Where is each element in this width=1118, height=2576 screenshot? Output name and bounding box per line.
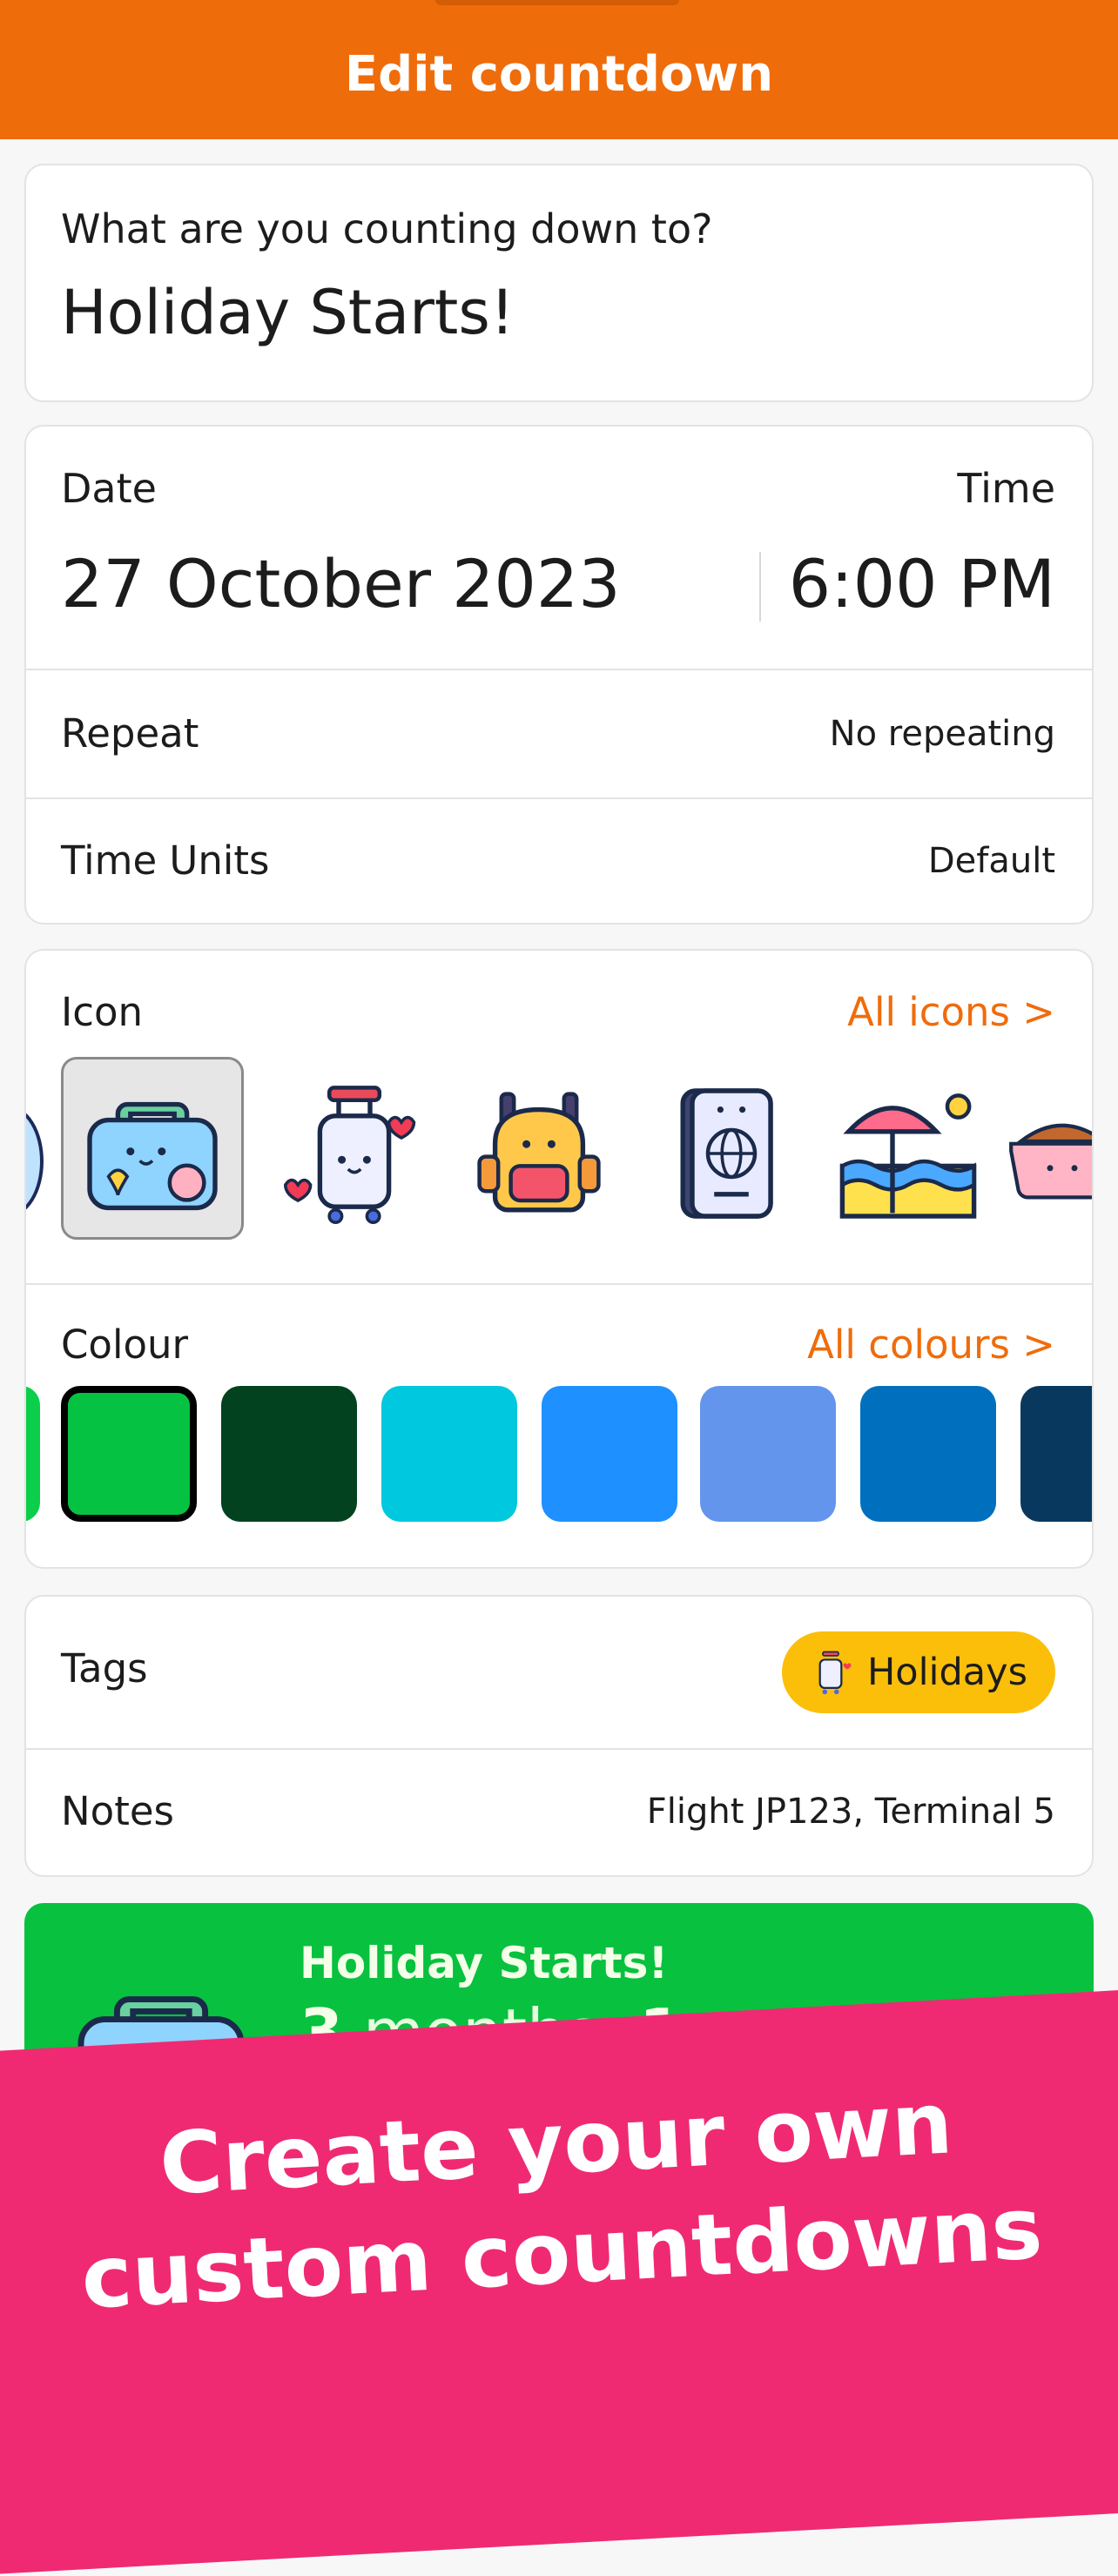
appearance-card: Icon All icons > Colour All colours > bbox=[24, 949, 1094, 1569]
icon-option-passport[interactable] bbox=[632, 1062, 815, 1245]
event-title-prompt: What are you counting down to? bbox=[61, 205, 713, 252]
icon-option-beach[interactable] bbox=[817, 1062, 1000, 1245]
sheet-grip[interactable] bbox=[435, 0, 679, 5]
backpack-icon bbox=[477, 1092, 601, 1213]
date-label: Date bbox=[61, 465, 157, 512]
icon-option-suitcase[interactable] bbox=[61, 1057, 244, 1240]
rolling-luggage-icon bbox=[283, 1086, 416, 1224]
tags-row[interactable]: Tags Holidays bbox=[26, 1597, 1092, 1748]
colour-swatch-partial[interactable] bbox=[26, 1386, 40, 1522]
previous-icon-partial[interactable] bbox=[26, 1106, 44, 1217]
schedule-card: Date 27 October 2023 Time 6:00 PM Repeat… bbox=[24, 425, 1094, 925]
suitcase-icon bbox=[87, 1101, 218, 1211]
tag-chip-label: Holidays bbox=[866, 1651, 1027, 1694]
icon-label: Icon bbox=[61, 989, 144, 1035]
event-title-input[interactable]: Holiday Starts! bbox=[61, 277, 515, 348]
date-field[interactable]: Date 27 October 2023 bbox=[26, 427, 749, 670]
notes-value: Flight JP123, Terminal 5 bbox=[646, 1792, 1055, 1832]
colour-swatch-navy[interactable] bbox=[1020, 1386, 1092, 1522]
time-label: Time bbox=[957, 465, 1055, 512]
top-bar: Edit countdown bbox=[0, 0, 1118, 139]
beach-umbrella-icon bbox=[839, 1093, 977, 1219]
rolling-luggage-icon bbox=[818, 1651, 852, 1695]
repeat-value: No repeating bbox=[829, 714, 1055, 754]
page-title: Edit countdown bbox=[344, 45, 774, 103]
all-icons-link[interactable]: All icons > bbox=[847, 989, 1055, 1035]
time-units-row[interactable]: Time Units Default bbox=[26, 799, 1092, 923]
all-colours-link[interactable]: All colours > bbox=[807, 1322, 1055, 1368]
event-title-card[interactable]: What are you counting down to? Holiday S… bbox=[24, 164, 1094, 402]
tags-label: Tags bbox=[61, 1645, 148, 1692]
colour-swatch-blue[interactable] bbox=[860, 1386, 996, 1522]
notes-row[interactable]: Notes Flight JP123, Terminal 5 bbox=[26, 1750, 1092, 1875]
repeat-row[interactable]: Repeat No repeating bbox=[26, 670, 1092, 797]
divider bbox=[26, 1283, 1092, 1285]
icon-option-basket[interactable] bbox=[1001, 1062, 1092, 1245]
date-value: 27 October 2023 bbox=[61, 545, 621, 622]
colour-label: Colour bbox=[61, 1322, 189, 1368]
preview-title: Holiday Starts! bbox=[300, 1938, 669, 1988]
colour-swatch-cornflower[interactable] bbox=[700, 1386, 836, 1522]
time-units-label: Time Units bbox=[61, 837, 270, 884]
icon-option-backpack[interactable] bbox=[448, 1062, 630, 1245]
colour-swatch-cyan[interactable] bbox=[381, 1386, 517, 1522]
icon-option-rolling-luggage[interactable] bbox=[263, 1062, 446, 1245]
passport-icon bbox=[680, 1088, 773, 1219]
colour-swatch-green-selected[interactable] bbox=[61, 1386, 197, 1522]
notes-label: Notes bbox=[61, 1788, 174, 1834]
basket-icon bbox=[1009, 1123, 1092, 1200]
time-units-value: Default bbox=[927, 841, 1055, 881]
tag-chip-holidays[interactable]: Holidays bbox=[781, 1631, 1055, 1713]
repeat-label: Repeat bbox=[61, 710, 199, 757]
time-value: 6:00 PM bbox=[788, 545, 1055, 622]
time-field[interactable]: Time 6:00 PM bbox=[761, 427, 1092, 670]
icon-picker[interactable] bbox=[26, 1057, 1092, 1254]
colour-swatch-dodger-blue[interactable] bbox=[542, 1386, 677, 1522]
colour-swatch-dark-green[interactable] bbox=[221, 1386, 357, 1522]
details-card: Tags Holidays Notes Flight JP123, Termin… bbox=[24, 1595, 1094, 1877]
